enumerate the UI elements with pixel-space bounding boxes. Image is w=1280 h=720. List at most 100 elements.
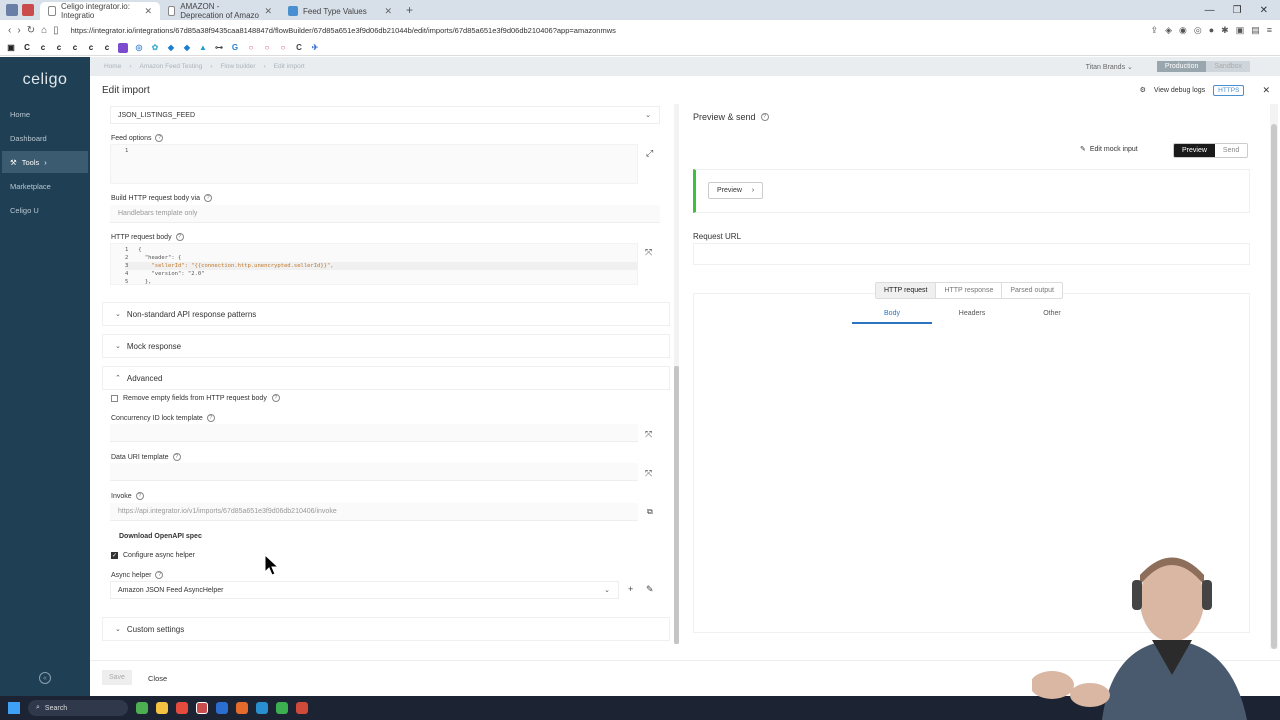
help-icon[interactable]: ?	[155, 134, 164, 142]
section-advanced[interactable]: ⌃ Advanced	[102, 366, 670, 390]
section-mock-response[interactable]: ⌄ Mock response	[102, 334, 670, 358]
tab-actions-icon[interactable]	[22, 4, 34, 16]
tab-http-response[interactable]: HTTP response	[936, 283, 1003, 298]
new-tab-button[interactable]: +	[400, 3, 419, 17]
section-nonstandard[interactable]: ⌄ Non-standard API response patterns	[102, 302, 670, 326]
bookmark-icon[interactable]: ✈	[310, 43, 320, 53]
handlebars-editor-icon[interactable]: ⤧	[645, 468, 652, 479]
url-field[interactable]: https://integrator.io/integrations/67d85…	[65, 26, 1145, 35]
extension-icon[interactable]: ◎	[1194, 25, 1202, 36]
view-debug-logs-button[interactable]: View debug logs	[1154, 87, 1205, 94]
widget-icon[interactable]	[136, 702, 148, 714]
help-icon[interactable]: ?	[206, 414, 215, 422]
close-icon[interactable]: ✕	[1262, 85, 1270, 96]
windows-start-icon[interactable]	[8, 702, 20, 714]
configure-async-checkbox[interactable]: ✓ Configure async helper	[111, 552, 195, 559]
app-icon[interactable]	[296, 702, 308, 714]
close-icon[interactable]: ✕	[264, 6, 272, 17]
help-icon[interactable]: ?	[760, 113, 769, 121]
tab-body[interactable]: Body	[852, 310, 932, 324]
bookmark-icon[interactable]: c	[102, 43, 112, 53]
section-custom-settings[interactable]: ⌄ Custom settings	[102, 617, 670, 641]
workspace-icon[interactable]	[6, 4, 18, 16]
browser-tab-feed-type[interactable]: Feed Type Values ✕	[280, 2, 400, 20]
bookmark-icon[interactable]: ⊶	[214, 43, 224, 53]
sidebar-item-marketplace[interactable]: Marketplace	[2, 175, 88, 197]
extension-icon[interactable]: ◉	[1179, 25, 1187, 36]
checkbox-checked[interactable]: ✓	[111, 552, 118, 559]
bookmark-icon[interactable]: c	[86, 43, 96, 53]
help-icon[interactable]: ?	[271, 394, 280, 402]
help-icon[interactable]: ?	[155, 571, 164, 579]
sidebar-item-celigo-u[interactable]: Celigo U	[2, 199, 88, 221]
bookmark-icon[interactable]: ▣	[6, 43, 16, 53]
form-scrollbar[interactable]	[674, 104, 679, 644]
app-icon[interactable]	[216, 702, 228, 714]
bookmark-icon[interactable]: C	[294, 43, 304, 53]
tab-headers[interactable]: Headers	[932, 310, 1012, 324]
download-openapi-button[interactable]: Download OpenAPI spec	[111, 530, 210, 543]
reload-icon[interactable]: ↻	[27, 25, 35, 36]
extension-icon[interactable]: ▤	[1251, 25, 1260, 36]
shield-icon[interactable]: ◈	[1165, 25, 1172, 36]
extension-icon[interactable]: ▣	[1236, 25, 1245, 36]
tab-parsed-output[interactable]: Parsed output	[1002, 283, 1062, 298]
vscode-icon[interactable]	[256, 702, 268, 714]
production-env-button[interactable]: Production	[1156, 61, 1207, 72]
app-icon[interactable]	[236, 702, 248, 714]
menu-icon[interactable]: ≡	[1267, 25, 1272, 36]
bookmark-icon[interactable]: c	[54, 43, 64, 53]
concurrency-input[interactable]	[110, 424, 638, 442]
close-button[interactable]: Close	[148, 674, 167, 683]
async-helper-select[interactable]: Amazon JSON Feed AsyncHelper ⌄	[110, 581, 619, 599]
browser-tab-amazon[interactable]: AMAZON - Deprecation of Amazo ✕	[160, 2, 280, 20]
bookmark-icon[interactable]: ◎	[134, 43, 144, 53]
http-body-editor[interactable]: 1 { 2 "header": { 3 "sellerId": "{{conne…	[110, 243, 638, 285]
feed-type-select[interactable]: JSON_LISTINGS_FEED ⌄	[110, 106, 660, 124]
sidebar-item-tools[interactable]: ⚒ Tools ›	[2, 151, 88, 173]
minimize-icon[interactable]: —	[1205, 5, 1215, 16]
back-icon[interactable]: ‹	[8, 25, 11, 36]
edit-icon[interactable]: ✎	[646, 584, 654, 595]
tab-http-request[interactable]: HTTP request	[876, 283, 937, 298]
bookmark-icon[interactable]: ○	[262, 43, 272, 53]
handlebars-editor-icon[interactable]: ⤧	[645, 429, 652, 440]
browser-app-icon[interactable]	[176, 702, 188, 714]
sidebar-item-home[interactable]: Home	[2, 103, 88, 125]
file-explorer-icon[interactable]	[156, 702, 168, 714]
home-icon[interactable]: ⌂	[41, 25, 47, 36]
breadcrumb-item[interactable]: Home	[104, 63, 121, 70]
close-window-icon[interactable]: ✕	[1260, 5, 1268, 16]
help-icon[interactable]: ?	[172, 453, 181, 461]
help-icon[interactable]: ?	[135, 492, 144, 500]
taskbar-search[interactable]: ⌕ Search	[28, 700, 128, 716]
bookmark-icon[interactable]: ○	[278, 43, 288, 53]
bookmark-icon[interactable]: ◆	[182, 43, 192, 53]
scrollbar-thumb[interactable]	[674, 366, 679, 644]
send-mode-button[interactable]: Send	[1215, 144, 1247, 157]
share-icon[interactable]: ⇪	[1151, 25, 1159, 36]
bookmark-icon[interactable]: ◆	[166, 43, 176, 53]
help-icon[interactable]: ?	[175, 233, 184, 241]
bookmark-icon[interactable]: C	[22, 43, 32, 53]
edit-mock-input-button[interactable]: ✎ Edit mock input	[1080, 145, 1138, 154]
build-body-select[interactable]: Handlebars template only	[110, 205, 660, 223]
bookmark-icon[interactable]: c	[38, 43, 48, 53]
data-uri-input[interactable]	[110, 463, 638, 481]
preview-mode-button[interactable]: Preview	[1174, 144, 1215, 157]
extension-icon[interactable]: ●	[1209, 25, 1214, 36]
bookmark-icon[interactable]: G	[230, 43, 240, 53]
handlebars-editor-icon[interactable]: ⤧	[645, 247, 652, 258]
bookmark-icon[interactable]: ○	[246, 43, 256, 53]
maximize-icon[interactable]: ❐	[1233, 5, 1242, 16]
sidebar-item-dashboard[interactable]: Dashboard	[2, 127, 88, 149]
forward-icon[interactable]: ›	[17, 25, 20, 36]
copy-icon[interactable]: ⧉	[647, 507, 653, 517]
help-icon[interactable]: ?	[203, 194, 212, 202]
bookmark-icon[interactable]	[118, 42, 128, 53]
browser-app-icon[interactable]	[196, 702, 208, 714]
browser-tab-celigo[interactable]: Celigo integrator.io: Integratio ✕	[40, 2, 160, 20]
close-icon[interactable]: ✕	[384, 6, 392, 17]
breadcrumb-item[interactable]: Flow builder	[220, 63, 255, 70]
celigo-logo[interactable]: celigo	[0, 71, 90, 89]
